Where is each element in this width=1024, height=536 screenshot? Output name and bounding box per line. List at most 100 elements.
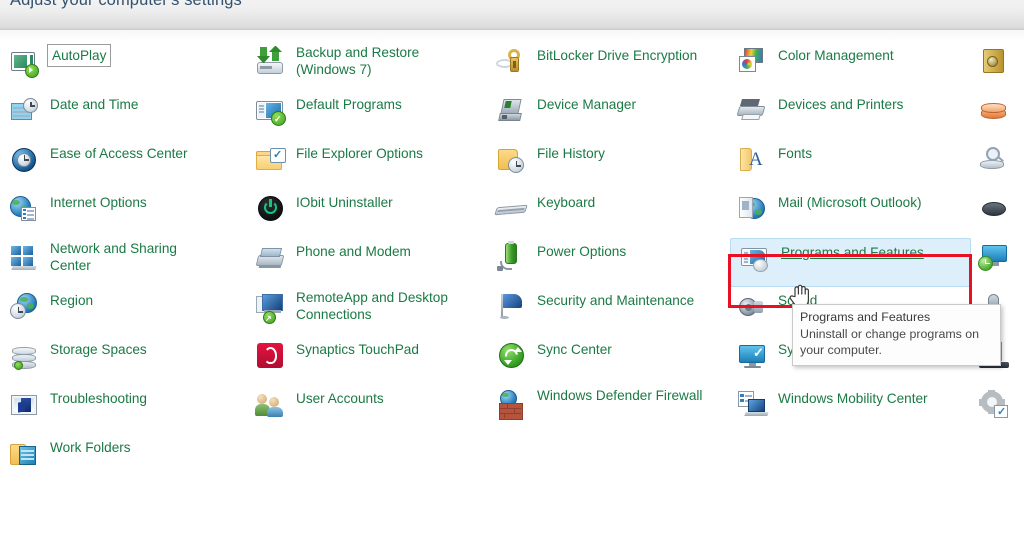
control-panel-item-remoteapp-and-desktop-connections[interactable]: ↗ RemoteApp and Desktop Connections: [246, 287, 492, 336]
control-panel-item-work-folders[interactable]: Work Folders: [0, 434, 246, 483]
tooltip-description: Uninstall or change programs on your com…: [800, 326, 980, 358]
troubleshooting-icon: [8, 388, 42, 422]
programs-and-features-icon: [739, 242, 773, 276]
control-panel-item-label[interactable]: File History: [537, 145, 605, 162]
synaptics-touchpad-icon: [254, 339, 288, 373]
control-panel-item-backup-and-restore[interactable]: Backup and Restore (Windows 7): [246, 42, 492, 91]
region-icon: [8, 290, 42, 324]
control-panel-item-label[interactable]: File Explorer Options: [296, 145, 423, 162]
tooltip: Programs and Features Uninstall or chang…: [792, 304, 1001, 366]
devices-and-printers-icon: [736, 94, 770, 128]
storage-spaces-icon: [8, 339, 42, 373]
control-panel-item-storage-spaces[interactable]: Storage Spaces: [0, 336, 246, 385]
control-panel-item-label[interactable]: IObit Uninstaller: [296, 194, 393, 211]
control-panel-item-power-options[interactable]: Power Options: [487, 238, 733, 287]
control-panel-item-label[interactable]: Devices and Printers: [778, 96, 903, 113]
control-panel-item-bitlocker-drive-encryption[interactable]: BitLocker Drive Encryption: [487, 42, 733, 91]
control-panel-item-label[interactable]: User Accounts: [296, 390, 384, 407]
control-panel-item-label[interactable]: Work Folders: [50, 439, 131, 456]
control-panel-item-administrative-tools[interactable]: ✓: [969, 385, 1024, 434]
default-programs-icon: ✓: [254, 94, 288, 128]
ease-of-access-center-icon: [8, 143, 42, 177]
control-panel-item-sync-center[interactable]: Sync Center: [487, 336, 733, 385]
tooltip-title: Programs and Features: [800, 310, 931, 324]
autoplay-icon: [8, 45, 42, 79]
control-panel-item-label[interactable]: Internet Options: [50, 194, 147, 211]
control-panel-item-label[interactable]: RemoteApp and Desktop Connections: [296, 289, 464, 323]
control-panel-item-label[interactable]: Region: [50, 292, 93, 309]
control-panel-item-windows-defender-firewall[interactable]: Windows Defender Firewall: [487, 385, 733, 434]
control-panel-item-label[interactable]: Device Manager: [537, 96, 636, 113]
iobit-uninstaller-icon: [254, 192, 288, 226]
control-panel-item-label[interactable]: Backup and Restore (Windows 7): [296, 44, 464, 78]
user-accounts-icon: [254, 388, 288, 422]
control-panel-item-label[interactable]: Date and Time: [50, 96, 138, 113]
control-panel-item-mail[interactable]: Mail (Microsoft Outlook): [728, 189, 974, 238]
keyboard-icon: [494, 192, 529, 226]
device-manager-icon: [495, 94, 529, 128]
page-title: Adjust your computer's settings: [10, 0, 242, 9]
control-panel-item-label[interactable]: Troubleshooting: [50, 390, 147, 407]
control-panel-item-windows-mobility-center[interactable]: Windows Mobility Center: [728, 385, 974, 434]
control-panel-item-mouse[interactable]: [969, 189, 1024, 238]
control-panel-item-troubleshooting[interactable]: Troubleshooting: [0, 385, 246, 434]
control-panel-item-label[interactable]: Security and Maintenance: [537, 292, 694, 309]
control-panel-item-programs-and-features[interactable]: Programs and Features: [730, 238, 971, 287]
control-panel-item-label[interactable]: Storage Spaces: [50, 341, 147, 358]
control-panel-item-fonts[interactable]: A Fonts: [728, 140, 974, 189]
control-panel-item-indexing-options[interactable]: [969, 91, 1024, 140]
control-panel-item-file-explorer-options[interactable]: ✓ File Explorer Options: [246, 140, 492, 189]
control-panel-item-security-and-maintenance[interactable]: Security and Maintenance: [487, 287, 733, 336]
sync-center-icon: [495, 339, 529, 373]
control-panel-item-label[interactable]: Windows Mobility Center: [778, 390, 928, 407]
control-panel-item-keyboard[interactable]: Keyboard: [487, 189, 733, 238]
control-panel-item-date-and-time[interactable]: Date and Time: [0, 91, 246, 140]
control-panel-item-ease-of-access-center[interactable]: Ease of Access Center: [0, 140, 246, 189]
control-panel-item-credential-manager[interactable]: [969, 42, 1024, 91]
control-panel-item-label[interactable]: Programs and Features: [781, 244, 924, 261]
control-panel-item-file-history[interactable]: File History: [487, 140, 733, 189]
control-panel-item-default-programs[interactable]: ✓ Default Programs: [246, 91, 492, 140]
control-panel-item-region[interactable]: Region: [0, 287, 246, 336]
control-panel-item-remote-desktop[interactable]: [969, 238, 1024, 287]
control-panel-item-label[interactable]: Fonts: [778, 145, 812, 162]
control-panel-item-phone-and-modem[interactable]: Phone and Modem: [246, 238, 492, 287]
control-panel-item-label[interactable]: AutoPlay: [46, 44, 112, 67]
control-panel-item-device-manager[interactable]: Device Manager: [487, 91, 733, 140]
system-icon: ✓: [736, 339, 770, 373]
control-panel-item-label[interactable]: Color Management: [778, 47, 894, 64]
control-panel-item-color-management[interactable]: Color Management: [728, 42, 974, 91]
internet-options-icon: [8, 192, 42, 226]
control-panel-item-label[interactable]: Windows Defender Firewall: [537, 387, 702, 404]
control-panel-item-label[interactable]: Sync Center: [537, 341, 612, 358]
control-panel-item-label[interactable]: Phone and Modem: [296, 243, 411, 260]
control-panel-item-internet-options[interactable]: Internet Options: [0, 189, 246, 238]
credential-manager-icon: [977, 45, 1011, 79]
control-panel-item-label[interactable]: Ease of Access Center: [50, 145, 188, 162]
control-panel-item-label[interactable]: Keyboard: [537, 194, 595, 211]
control-panel-item-label[interactable]: Mail (Microsoft Outlook): [778, 194, 922, 211]
control-panel-item-label[interactable]: Network and Sharing Center: [50, 240, 218, 274]
control-panel-items-grid: AutoPlay Date and Time Ease of Access Ce…: [0, 42, 1024, 536]
administrative-tools-icon: ✓: [977, 388, 1011, 422]
control-panel-item-network-and-sharing-center[interactable]: Network and Sharing Center: [0, 238, 246, 287]
control-panel-item-label[interactable]: Default Programs: [296, 96, 402, 113]
control-panel-item-autoplay[interactable]: AutoPlay: [0, 42, 246, 91]
control-panel-item-iobit-uninstaller[interactable]: IObit Uninstaller: [246, 189, 492, 238]
security-and-maintenance-icon: [495, 290, 529, 324]
bitlocker-drive-encryption-icon: [495, 45, 529, 79]
control-panel-item-devices-and-printers[interactable]: Devices and Printers: [728, 91, 974, 140]
control-panel-item-label[interactable]: Synaptics TouchPad: [296, 341, 419, 358]
remote-desktop-icon: [977, 241, 1011, 275]
indexing-options-icon: [977, 94, 1011, 128]
work-folders-icon: [8, 437, 42, 471]
control-panel-item-synaptics-touchpad[interactable]: Synaptics TouchPad: [246, 336, 492, 385]
control-panel-item-user-accounts[interactable]: User Accounts: [246, 385, 492, 434]
remoteapp-and-desktop-connections-icon: ↗: [254, 290, 288, 324]
control-panel-item-label[interactable]: BitLocker Drive Encryption: [537, 47, 697, 64]
control-panel-item-label[interactable]: Power Options: [537, 243, 626, 260]
control-panel-column-4: ✓: [969, 42, 1024, 434]
control-panel-item-recovery[interactable]: [969, 140, 1024, 189]
phone-and-modem-icon: [254, 241, 288, 275]
windows-mobility-center-icon: [736, 388, 770, 422]
